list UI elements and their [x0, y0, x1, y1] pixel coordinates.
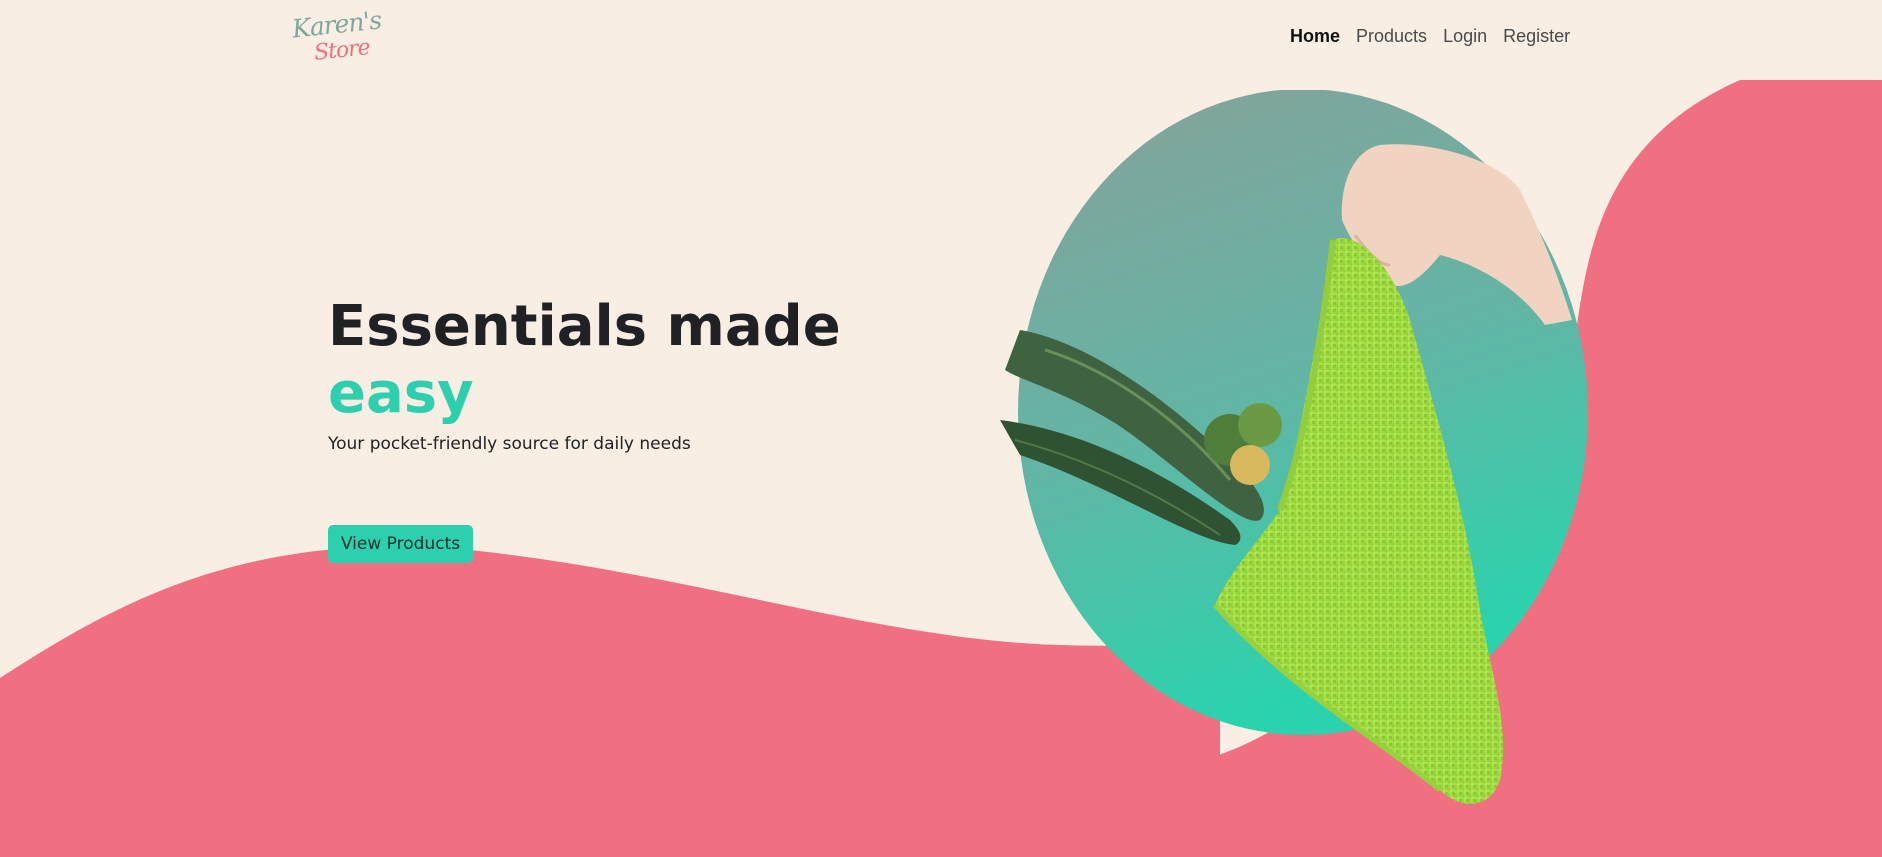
- grocery-bag-illustration: [1000, 90, 1588, 804]
- view-products-button[interactable]: View Products: [328, 525, 473, 563]
- hero-title-line1: Essentials made: [328, 294, 841, 359]
- main-nav: Home Products Login Register: [1290, 26, 1570, 47]
- hero-subtitle: Your pocket-friendly source for daily ne…: [328, 434, 691, 454]
- hero-section: Essentials made easy Your pocket-friendl…: [328, 292, 841, 454]
- hero-title-highlight: easy: [328, 361, 474, 426]
- nav-home-link[interactable]: Home: [1290, 26, 1340, 47]
- nav-products-link[interactable]: Products: [1356, 26, 1427, 47]
- brand-logo[interactable]: Karen's Store: [286, 5, 383, 72]
- logo-text-store: Store: [312, 35, 371, 66]
- nav-register-link[interactable]: Register: [1503, 26, 1570, 47]
- nav-login-link[interactable]: Login: [1443, 26, 1487, 47]
